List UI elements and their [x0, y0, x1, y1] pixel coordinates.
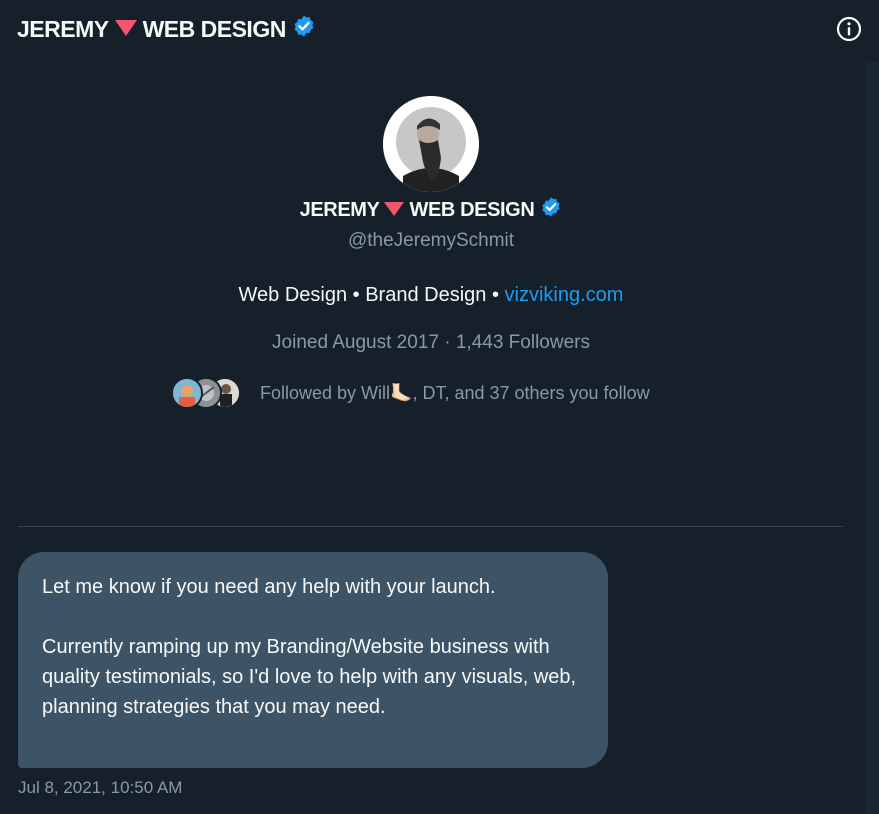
bio-text: Web Design • Brand Design •	[238, 284, 505, 306]
followed-by-text: Followed by Will🦶🏻, DT, and 37 others yo…	[260, 382, 650, 403]
verified-badge-icon	[540, 196, 562, 224]
profile-name-part1: JEREMY	[299, 198, 380, 221]
triangle-icon	[384, 202, 405, 216]
profile-name-part2: WEB DESIGN	[409, 198, 535, 221]
divider	[18, 526, 843, 527]
joined-date: Joined August 2017	[272, 332, 439, 353]
message-timestamp[interactable]: Jul 8, 2021, 10:50 AM	[18, 778, 182, 798]
followers-count[interactable]: 1,443 Followers	[456, 332, 590, 353]
profile-bio: Web Design • Brand Design • vizviking.co…	[0, 284, 862, 307]
followed-by-row[interactable]: Followed by Will🦶🏻, DT, and 37 others yo…	[171, 376, 650, 410]
dm-conversation-page: JEREMY WEB DESIGN JEREMY WEB DESIGN @the…	[0, 0, 879, 814]
message-paragraph: Let me know if you need any help with yo…	[42, 576, 496, 598]
scrollbar-track[interactable]	[866, 62, 879, 814]
triangle-icon	[114, 20, 137, 36]
avatar	[171, 377, 203, 409]
profile-avatar[interactable]	[383, 96, 479, 192]
verified-badge-icon	[292, 14, 316, 44]
bio-website-link[interactable]: vizviking.com	[505, 284, 624, 306]
message-paragraph: Currently ramping up my Branding/Website…	[42, 636, 577, 718]
header-name-part1: JEREMY	[17, 15, 109, 42]
profile-name[interactable]: JEREMY WEB DESIGN	[0, 196, 862, 224]
meta-separator: ·	[438, 332, 456, 353]
info-icon[interactable]	[835, 15, 863, 43]
profile-handle: @theJeremySchmit	[347, 230, 515, 251]
message-bubble[interactable]: Let me know if you need any help with yo…	[18, 552, 608, 768]
profile-meta: Joined August 2017 · 1,443 Followers	[0, 332, 862, 354]
header-name-part2: WEB DESIGN	[142, 15, 287, 42]
follower-avatars	[171, 376, 245, 410]
conversation-header: JEREMY WEB DESIGN	[0, 0, 879, 56]
header-title[interactable]: JEREMY WEB DESIGN	[17, 14, 316, 44]
